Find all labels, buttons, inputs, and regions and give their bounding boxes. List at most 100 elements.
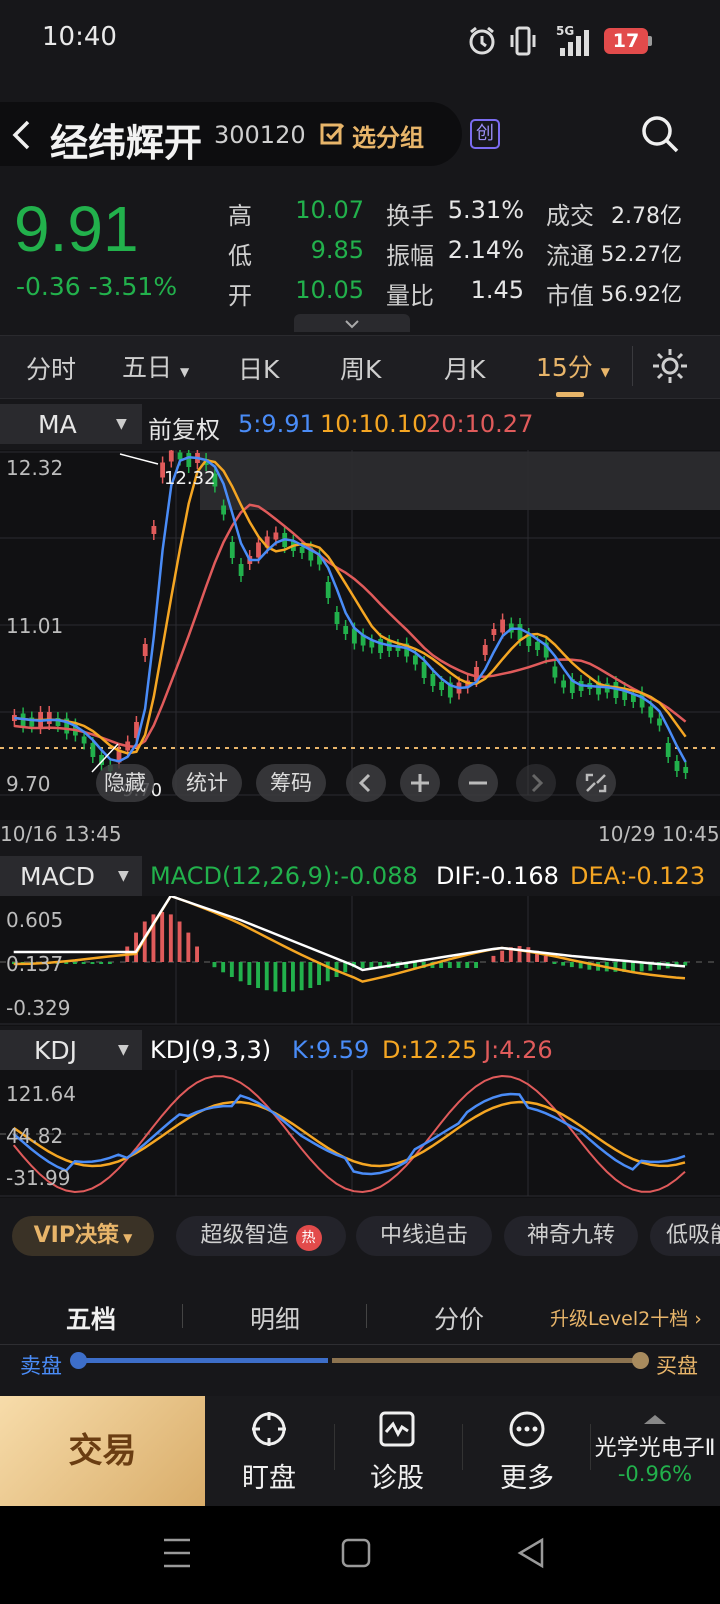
macd-bar: [561, 962, 566, 966]
macd-bar: [517, 946, 522, 962]
active-tab-indicator: [556, 392, 584, 397]
divider: [0, 1344, 720, 1345]
divider: [182, 1304, 183, 1328]
main-indicator-label: MA: [38, 410, 77, 439]
stock-diagnosis-label: 诊股: [370, 1463, 424, 1494]
zoom-out-button[interactable]: [458, 764, 498, 802]
watch-market-button[interactable]: 盯盘: [214, 1396, 324, 1506]
d-value: D:12.25: [382, 1036, 478, 1064]
zone-highlight: [200, 452, 720, 510]
quote-label-open: 开: [228, 282, 252, 310]
expand-quote-button[interactable]: [294, 314, 410, 332]
signal-icon: [558, 30, 592, 60]
main-indicator-selector[interactable]: MA ▼: [0, 404, 142, 444]
dif-value: DIF:-0.168: [436, 862, 559, 890]
signal-chip-label: 低吸能: [666, 1223, 720, 1248]
tab-15min[interactable]: 15分 ▼: [536, 348, 610, 384]
ma10-value: 10:10.10: [320, 410, 428, 438]
tab-five-day[interactable]: 五日 ▼: [122, 348, 189, 384]
stock-name: 经纬辉开: [50, 121, 203, 165]
quote-label-turnover: 换手: [386, 202, 434, 230]
trade-button[interactable]: 交易: [0, 1396, 205, 1506]
quote-label-float: 流通: [546, 242, 594, 270]
tab-weekly-k[interactable]: 周K: [340, 350, 381, 386]
y-axis-min: 9.70: [6, 772, 51, 796]
macd-chart[interactable]: [0, 896, 720, 1026]
signal-chip-super-manufacture[interactable]: 超级智造 热: [176, 1216, 346, 1256]
tab-monthly-k[interactable]: 月K: [444, 350, 485, 386]
divider: [462, 1424, 463, 1470]
add-to-group-label: 选分组: [352, 124, 424, 152]
alarm-icon: [468, 26, 496, 60]
kdj-y-top: 121.64: [6, 1082, 76, 1106]
signal-chip-midline-chase[interactable]: 中线追击: [356, 1216, 492, 1256]
pan-right-button[interactable]: [516, 764, 556, 802]
macd-background: [0, 896, 720, 1026]
hide-button[interactable]: 隐藏: [96, 764, 154, 802]
sector-name: 光学光电子Ⅱ: [594, 1436, 716, 1461]
recent-apps-icon[interactable]: [162, 1536, 192, 1574]
sector-indicator[interactable]: 光学光电子Ⅱ -0.96%: [590, 1396, 720, 1506]
y-axis-max: 12.32: [6, 456, 64, 480]
quote-value-volume-ratio: 1.45: [470, 276, 524, 304]
kdj-indicator-selector[interactable]: KDJ ▼: [0, 1030, 142, 1070]
status-time: 10:40: [42, 22, 117, 52]
back-icon[interactable]: [8, 118, 34, 156]
chinext-badge: 创: [470, 119, 500, 149]
upgrade-level2-link[interactable]: 升级Level2十档 ›: [550, 1304, 702, 1331]
tab-daily-k[interactable]: 日K: [238, 350, 279, 386]
kdj-y-mid: 44.82: [6, 1124, 64, 1148]
zoom-in-button[interactable]: [400, 764, 440, 802]
macd-indicator-label: MACD: [20, 862, 95, 891]
vibrate-icon: [510, 26, 536, 60]
tab-details[interactable]: 明细: [250, 1300, 300, 1336]
more-button[interactable]: 更多: [472, 1396, 582, 1506]
quote-value-amplitude: 2.14%: [447, 236, 524, 264]
signal-chip-low-buy[interactable]: 低吸能: [650, 1216, 720, 1256]
pan-left-button[interactable]: [346, 764, 386, 802]
y-axis-mid: 11.01: [6, 614, 64, 638]
back-nav-icon[interactable]: [516, 1536, 548, 1574]
macd-bar: [273, 962, 278, 992]
caret-down-icon: ▼: [116, 416, 127, 432]
macd-bar: [212, 962, 217, 968]
tab-intraday[interactable]: 分时: [26, 350, 76, 386]
price-change: -0.36 -3.51%: [16, 272, 178, 301]
settings-gear-icon[interactable]: [650, 346, 690, 390]
ma20-value: 20:10.27: [426, 410, 534, 438]
quote-label-volume-ratio: 量比: [386, 282, 434, 310]
macd-bar: [247, 962, 252, 985]
signal-chip-magic-nine[interactable]: 神奇九转: [504, 1216, 638, 1256]
vip-decision-button[interactable]: VIP决策 ▼: [12, 1216, 154, 1256]
add-to-group-button[interactable]: 选分组: [320, 118, 440, 152]
pulse-chart-icon: [378, 1410, 416, 1452]
caret-down-icon: ▼: [118, 1231, 133, 1245]
stats-button[interactable]: 统计: [172, 764, 242, 802]
quote-label-amplitude: 振幅: [386, 242, 434, 270]
stats-label: 统计: [186, 771, 228, 795]
macd-indicator-selector[interactable]: MACD ▼: [0, 856, 142, 896]
x-axis-start: 10/16 13:45: [0, 822, 122, 846]
macd-bar: [160, 912, 165, 962]
fullscreen-button[interactable]: [576, 764, 616, 802]
plus-icon: [411, 774, 429, 792]
search-icon[interactable]: [640, 114, 680, 158]
tab-five-levels[interactable]: 五档: [66, 1300, 116, 1336]
divider: [366, 1304, 367, 1328]
home-icon[interactable]: [340, 1536, 372, 1574]
macd-value: MACD(12,26,9):-0.088: [150, 862, 418, 890]
macd-bar: [256, 962, 260, 988]
chevron-left-icon: [358, 773, 371, 793]
macd-bar: [177, 921, 182, 962]
macd-bar: [491, 955, 496, 962]
chips-button[interactable]: 筹码: [256, 764, 326, 802]
macd-bar: [500, 950, 505, 962]
kdj-indicator-label: KDJ: [34, 1036, 78, 1065]
kdj-chart[interactable]: [0, 1070, 720, 1198]
tab-price-distribution[interactable]: 分价: [434, 1300, 484, 1336]
high-marker-label: 12.32: [164, 468, 216, 489]
vip-decision-label: VIP决策: [33, 1223, 119, 1248]
caret-down-icon: ▼: [118, 1042, 129, 1058]
stock-diagnosis-button[interactable]: 诊股: [342, 1396, 452, 1506]
macd-bar: [447, 962, 452, 968]
